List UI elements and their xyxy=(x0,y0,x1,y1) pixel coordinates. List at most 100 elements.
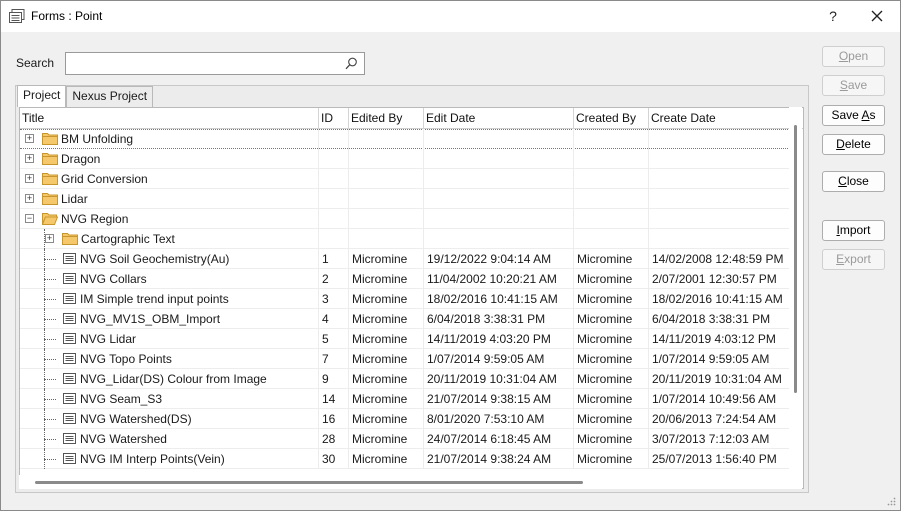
help-button[interactable]: ? xyxy=(819,4,847,28)
cell-id: 4 xyxy=(319,309,349,329)
cell-id: 1 xyxy=(319,249,349,269)
folder-row[interactable]: + BM Unfolding xyxy=(20,129,790,149)
cell-edited-by: Micromine xyxy=(349,449,424,469)
cell-id: 2 xyxy=(319,269,349,289)
form-row[interactable]: NVG Seam_S3 14 Micromine 21/07/2014 9:38:15… xyxy=(20,389,790,409)
search-input[interactable] xyxy=(70,54,340,74)
cell-edited-by: Micromine xyxy=(349,329,424,349)
folder-icon xyxy=(42,133,58,145)
cell-create-date: 14/11/2019 4:03:12 PM xyxy=(649,329,790,349)
form-row[interactable]: NVG_MV1S_OBM_Import 4 Micromine 6/04/2018 3… xyxy=(20,309,790,329)
tab-project[interactable]: Project xyxy=(17,85,67,107)
cell-id: 3 xyxy=(319,289,349,309)
tab-nexus-project[interactable]: Nexus Project xyxy=(66,86,154,107)
cell-edit-date xyxy=(424,169,574,189)
cell-id: 14 xyxy=(319,389,349,409)
save-button[interactable]: Save xyxy=(822,75,885,96)
form-row[interactable]: NVG Soil Geochemistry(Au) 1 Micromine 19/12… xyxy=(20,249,790,269)
form-row[interactable]: NVG Topo Points 7 Micromine 1/07/2014 9:59:… xyxy=(20,349,790,369)
cell-created-by xyxy=(574,209,649,229)
resize-grip-icon[interactable] xyxy=(886,496,896,506)
column-header-id[interactable]: ID xyxy=(319,108,349,129)
cell-create-date: 20/06/2013 7:24:54 AM xyxy=(649,409,790,429)
cell-created-by xyxy=(574,229,649,249)
cell-created-by xyxy=(574,129,649,149)
form-row[interactable]: NVG Watershed(DS) 16 Micromine 8/01/2020 7:… xyxy=(20,409,790,429)
cell-create-date xyxy=(649,129,790,149)
form-row[interactable]: IM Simple trend input points 3 Micromine 18… xyxy=(20,289,790,309)
cell-edit-date xyxy=(424,209,574,229)
cell-title: NVG_Lidar(DS) Colour from Image xyxy=(20,369,319,389)
cell-edit-date xyxy=(424,229,574,249)
tree-line xyxy=(44,299,56,300)
cell-create-date: 14/02/2008 12:48:59 PM xyxy=(649,249,790,269)
form-icon xyxy=(63,333,76,344)
open-label-accel: O xyxy=(838,49,849,63)
close-icon xyxy=(871,10,883,22)
search-icon[interactable] xyxy=(345,57,358,70)
column-header-title[interactable]: Title xyxy=(20,108,319,129)
form-row[interactable]: NVG Collars 2 Micromine 11/04/2002 10:20:21… xyxy=(20,269,790,289)
tree-line xyxy=(44,459,56,460)
delete-label-post: elete xyxy=(844,137,871,151)
expand-icon[interactable]: + xyxy=(25,174,34,183)
grid-header: Title ID Edited By Edit Date Created By … xyxy=(20,108,803,129)
column-header-created-by[interactable]: Created By xyxy=(574,108,649,129)
search-box xyxy=(65,52,365,75)
delete-button[interactable]: Delete xyxy=(822,134,885,155)
cell-edit-date: 21/07/2014 9:38:15 AM xyxy=(424,389,574,409)
column-header-edited-by[interactable]: Edited By xyxy=(349,108,424,129)
form-icon xyxy=(63,253,76,264)
cell-edited-by xyxy=(349,169,424,189)
tab-strip: Project Nexus Project xyxy=(17,85,154,107)
cell-created-by: Micromine xyxy=(574,249,649,269)
cell-title: NVG Seam_S3 xyxy=(20,389,319,409)
cell-title: IM Simple trend input points xyxy=(20,289,319,309)
cell-edit-date: 11/04/2002 10:20:21 AM xyxy=(424,269,574,289)
vertical-scrollbar[interactable] xyxy=(789,107,802,489)
collapse-icon[interactable]: − xyxy=(25,214,34,223)
folder-row[interactable]: + Grid Conversion xyxy=(20,169,790,189)
folder-row[interactable]: + Cartographic Text xyxy=(20,229,790,249)
expand-icon[interactable]: + xyxy=(25,134,34,143)
export-button[interactable]: Export xyxy=(822,249,885,270)
row-title: NVG Seam_S3 xyxy=(80,392,163,406)
save-as-button[interactable]: Save As xyxy=(822,105,885,126)
cell-edit-date: 1/07/2014 9:59:05 AM xyxy=(424,349,574,369)
folder-row[interactable]: − NVG Region xyxy=(20,209,790,229)
cell-created-by: Micromine xyxy=(574,449,649,469)
horizontal-scroll-thumb[interactable] xyxy=(35,481,583,484)
form-icon xyxy=(63,453,76,464)
form-row[interactable]: NVG Lidar 5 Micromine 14/11/2019 4:03:20 PM… xyxy=(20,329,790,349)
open-button[interactable]: Open xyxy=(822,46,885,67)
expand-icon[interactable]: + xyxy=(25,154,34,163)
cell-edit-date xyxy=(424,189,574,209)
close-window-button[interactable] xyxy=(863,4,891,28)
form-icon xyxy=(63,393,76,404)
vertical-scroll-thumb[interactable] xyxy=(794,125,797,393)
expand-icon[interactable]: + xyxy=(25,194,34,203)
column-header-create-date[interactable]: Create Date xyxy=(649,108,790,129)
import-button[interactable]: Import xyxy=(822,220,885,241)
horizontal-scrollbar[interactable] xyxy=(19,475,789,489)
cell-title: NVG Soil Geochemistry(Au) xyxy=(20,249,319,269)
form-icon xyxy=(63,413,76,424)
expand-icon[interactable]: + xyxy=(45,234,54,243)
cell-edited-by: Micromine xyxy=(349,409,424,429)
form-row[interactable]: NVG_Lidar(DS) Colour from Image 9 Micromin… xyxy=(20,369,790,389)
cell-created-by: Micromine xyxy=(574,289,649,309)
close-button[interactable]: Close xyxy=(822,171,885,192)
folder-row[interactable]: + Lidar xyxy=(20,189,790,209)
column-header-edit-date[interactable]: Edit Date xyxy=(424,108,574,129)
cell-create-date: 18/02/2016 10:41:15 AM xyxy=(649,289,790,309)
folder-row[interactable]: + Dragon xyxy=(20,149,790,169)
save-as-label-accel: A xyxy=(861,108,870,122)
form-row[interactable]: NVG IM Interp Points(Vein) 30 Micromine 21/… xyxy=(20,449,790,469)
cell-edited-by: Micromine xyxy=(349,309,424,329)
cell-edited-by: Micromine xyxy=(349,389,424,409)
cell-id: 28 xyxy=(319,429,349,449)
form-row[interactable]: NVG Watershed 28 Micromine 24/07/2014 6:18:… xyxy=(20,429,790,449)
cell-create-date: 25/07/2013 1:56:40 PM xyxy=(649,449,790,469)
cell-create-date xyxy=(649,209,790,229)
row-title: NVG Lidar xyxy=(80,332,137,346)
